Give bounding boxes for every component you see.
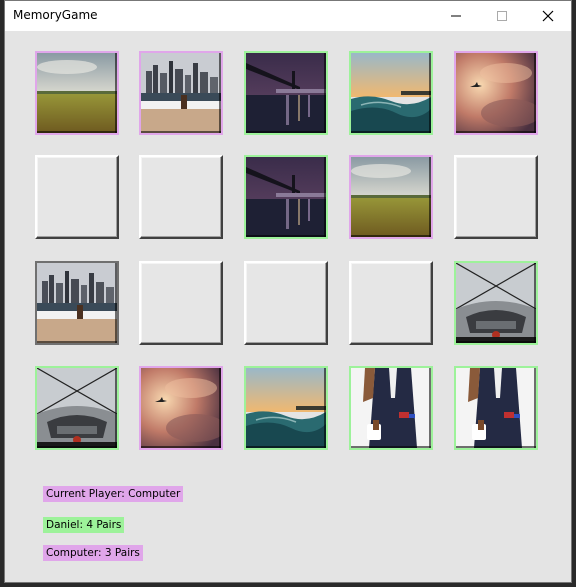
card-button-hidden[interactable]: [139, 155, 223, 239]
car-image: [37, 368, 117, 448]
current-player-label: Current Player: Computer: [43, 486, 184, 502]
field-image: [37, 53, 117, 133]
card-shadow: [429, 53, 431, 133]
card-shadow: [115, 53, 117, 133]
car-image: [456, 263, 536, 343]
card-shadow: [219, 368, 221, 448]
card-button-hidden[interactable]: [35, 155, 119, 239]
minimize-button[interactable]: [433, 1, 479, 31]
card-shadow: [429, 368, 431, 448]
card-button-city[interactable]: [139, 51, 223, 135]
card-button-hidden[interactable]: [349, 261, 433, 345]
card-shadow: [141, 131, 221, 133]
card-button-hidden[interactable]: [454, 155, 538, 239]
card-button-bridge[interactable]: [244, 51, 328, 135]
card-button-hidden[interactable]: [139, 261, 223, 345]
card-button-sky[interactable]: [454, 51, 538, 135]
card-shadow: [37, 341, 117, 343]
city-image: [141, 53, 221, 133]
card-button-field[interactable]: [35, 51, 119, 135]
sky-image: [141, 368, 221, 448]
card-shadow: [37, 446, 117, 448]
card-button-city[interactable]: [35, 261, 119, 345]
suit-image: [351, 368, 431, 448]
card-shadow: [534, 368, 536, 448]
card-shadow: [141, 446, 221, 448]
card-shadow: [37, 131, 117, 133]
card-shadow: [246, 131, 326, 133]
app-window: MemoryGame Current Player: Computer Dani…: [4, 0, 572, 583]
card-shadow: [219, 53, 221, 133]
card-shadow: [534, 263, 536, 343]
close-icon: [542, 10, 554, 22]
card-button-suit[interactable]: [349, 366, 433, 450]
player1-score-label: Daniel: 4 Pairs: [43, 517, 125, 533]
suit-image: [456, 368, 536, 448]
card-shadow: [246, 235, 326, 237]
card-shadow: [534, 53, 536, 133]
window-title: MemoryGame: [13, 8, 98, 22]
card-button-suit[interactable]: [454, 366, 538, 450]
card-shadow: [324, 157, 326, 237]
close-button[interactable]: [525, 1, 571, 31]
card-button-car[interactable]: [454, 261, 538, 345]
card-shadow: [324, 368, 326, 448]
maximize-button[interactable]: [479, 1, 525, 31]
card-shadow: [351, 235, 431, 237]
sky-image: [456, 53, 536, 133]
city-image: [37, 263, 117, 343]
card-shadow: [115, 368, 117, 448]
maximize-icon: [497, 11, 507, 21]
card-shadow: [351, 446, 431, 448]
card-button-hidden[interactable]: [244, 261, 328, 345]
card-shadow: [246, 446, 326, 448]
card-shadow: [429, 157, 431, 237]
card-shadow: [456, 341, 536, 343]
card-shadow: [351, 131, 431, 133]
player2-score-label: Computer: 3 Pairs: [43, 545, 143, 561]
card-button-sea[interactable]: [244, 366, 328, 450]
card-shadow: [324, 53, 326, 133]
bridge-image: [246, 53, 326, 133]
card-shadow: [456, 131, 536, 133]
card-button-sky[interactable]: [139, 366, 223, 450]
card-shadow: [115, 263, 117, 343]
card-button-field[interactable]: [349, 155, 433, 239]
field-image: [351, 157, 431, 237]
game-board: Current Player: Computer Daniel: 4 Pairs…: [5, 31, 571, 582]
card-button-bridge[interactable]: [244, 155, 328, 239]
card-button-sea[interactable]: [349, 51, 433, 135]
card-button-car[interactable]: [35, 366, 119, 450]
title-bar[interactable]: MemoryGame: [5, 1, 571, 31]
bridge-image: [246, 157, 326, 237]
sea-image: [351, 53, 431, 133]
card-shadow: [456, 446, 536, 448]
sea-image: [246, 368, 326, 448]
minimize-icon: [451, 15, 461, 17]
